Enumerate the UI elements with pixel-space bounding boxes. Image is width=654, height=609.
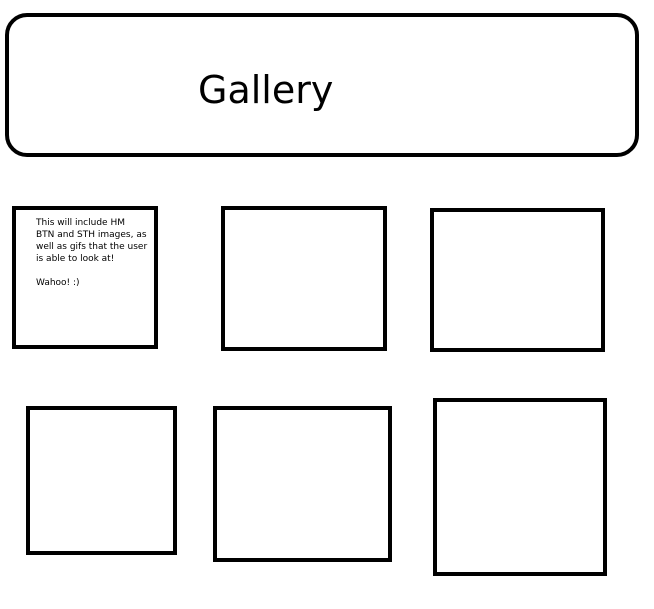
gallery-frame-6[interactable] bbox=[433, 398, 607, 576]
gallery-frame-3[interactable] bbox=[430, 208, 605, 352]
note-line: well as gifs that the user bbox=[36, 242, 148, 252]
note-line: is able to look at! bbox=[36, 254, 115, 264]
gallery-title: Gallery bbox=[198, 68, 334, 112]
gallery-frame-5[interactable] bbox=[213, 406, 392, 562]
note-spacer bbox=[36, 265, 156, 277]
gallery-frame-1-note: This will include HM BTN and STH images,… bbox=[36, 217, 156, 289]
note-line: BTN and STH images, as bbox=[36, 230, 147, 240]
gallery-frame-4[interactable] bbox=[26, 406, 177, 555]
note-line: This will include HM bbox=[36, 218, 125, 228]
note-signoff: Wahoo! :) bbox=[36, 278, 80, 288]
gallery-frame-2[interactable] bbox=[221, 206, 387, 351]
